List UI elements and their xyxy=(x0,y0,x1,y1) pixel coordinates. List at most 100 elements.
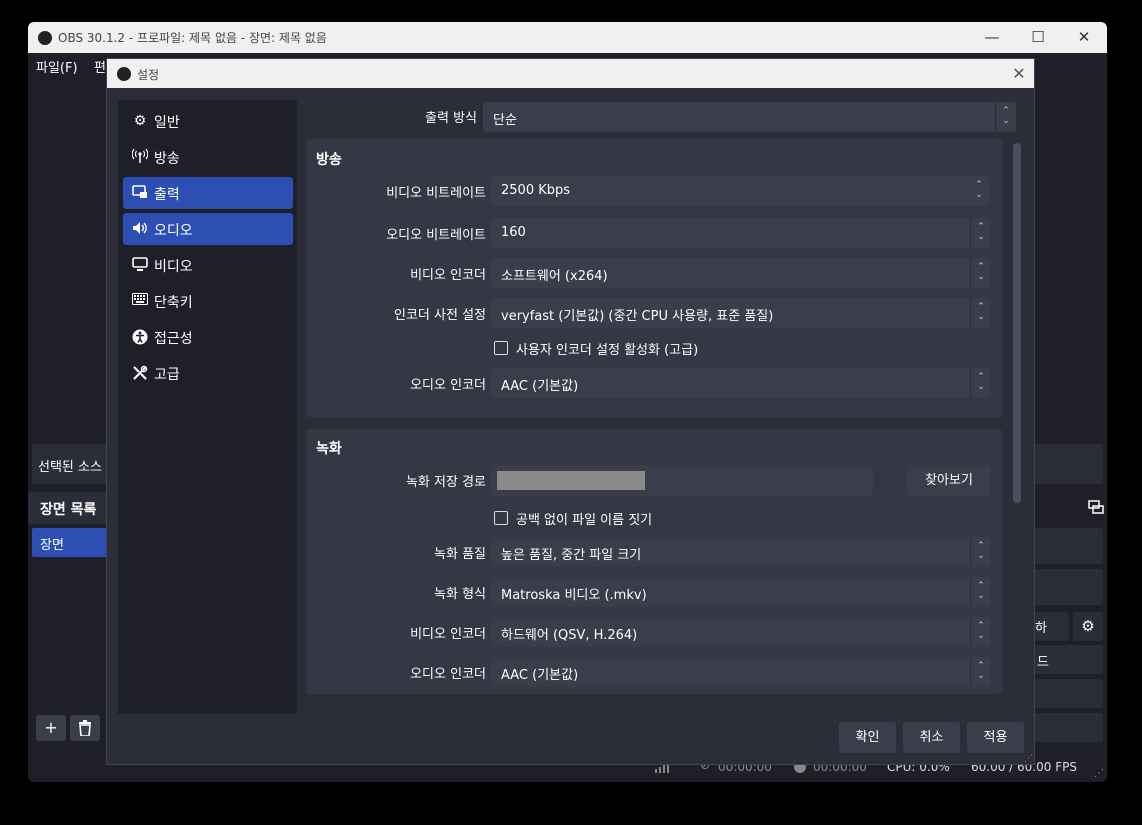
settings-sidebar: ⚙ 일반 방송 출력 오디오 비디오 단축키 접근성 고급 xyxy=(118,100,297,714)
recording-format-select[interactable]: Matroska 비디오 (.mkv) ⌃ ⌄ xyxy=(491,577,991,607)
video-encoder-label: 비디오 인코더 xyxy=(410,268,486,283)
settings-scrollbar[interactable] xyxy=(1011,139,1023,694)
controls-dock-button-1[interactable] xyxy=(1033,528,1103,564)
settings-gear-icon[interactable]: ⚙ xyxy=(1073,612,1103,641)
sidebar-item-audio[interactable]: 오디오 xyxy=(123,213,293,245)
video-encoder-select[interactable]: 소프트웨어 (x264) ⌃ ⌄ xyxy=(491,258,991,288)
spin-arrows-icon: ⌃ ⌄ xyxy=(970,368,991,398)
recording-video-encoder-select[interactable]: 하드웨어 (QSV, H.264) ⌃ ⌄ xyxy=(491,617,991,647)
controls-dock-button-2[interactable] xyxy=(1033,569,1103,605)
gear-icon: ⚙ xyxy=(133,113,147,129)
scene-item-label: 장면 xyxy=(40,538,64,553)
antenna-icon xyxy=(131,148,149,165)
recording-audio-encoder-label: 오디오 인코더 xyxy=(410,667,486,682)
spin-arrows-icon: ⌃ ⌄ xyxy=(970,218,991,248)
monitor-icon xyxy=(132,257,148,273)
sidebar-item-label: 방송 xyxy=(154,151,180,167)
video-bitrate-label: 비디오 비트레이트 xyxy=(386,186,486,201)
sidebar-item-accessibility[interactable]: 접근성 xyxy=(123,321,293,353)
spin-arrows-icon: ⌃ ⌄ xyxy=(970,617,991,647)
sidebar-item-stream[interactable]: 방송 xyxy=(123,141,293,173)
spin-arrows-icon: ⌃ ⌄ xyxy=(995,102,1016,132)
spin-arrows-icon: ⌃ ⌄ xyxy=(970,298,991,328)
recording-quality-value: 높은 품질, 중간 파일 크기 xyxy=(501,548,642,563)
dock-partial-label-2: 드 xyxy=(1037,655,1049,670)
recording-quality-select[interactable]: 높은 품질, 중간 파일 크기 ⌃ ⌄ xyxy=(491,537,991,567)
cancel-button[interactable]: 취소 xyxy=(903,722,960,753)
encoder-preset-value: veryfast (기본값) (중간 CPU 사용량, 표준 품질) xyxy=(501,309,774,324)
controls-dock-button-3[interactable]: 하 xyxy=(1033,612,1069,641)
audio-encoder-label: 오디오 인코더 xyxy=(410,378,486,393)
custom-encoder-checkbox[interactable] xyxy=(494,341,508,355)
scrollbar-thumb[interactable] xyxy=(1013,143,1021,503)
encoder-preset-label: 인코더 사전 설정 xyxy=(394,308,486,323)
dialog-title: 설정 xyxy=(137,68,160,82)
add-scene-button[interactable]: + xyxy=(36,715,66,741)
recording-path-redacted xyxy=(497,471,645,490)
main-titlebar: OBS 30.1.2 - 프로파일: 제목 없음 - 장면: 제목 없음 — ☐… xyxy=(28,22,1107,53)
sidebar-item-label: 단축키 xyxy=(154,295,193,311)
resize-grip-icon[interactable]: ⋰ xyxy=(1094,768,1104,779)
sidebar-item-output[interactable]: 출력 xyxy=(123,177,293,209)
scene-panel-title: 장면 목록 xyxy=(40,502,97,518)
recording-path-label: 녹화 저장 경로 xyxy=(405,475,486,490)
recording-format-value: Matroska 비디오 (.mkv) xyxy=(501,588,647,603)
output-mode-select[interactable]: 단순 ⌃ ⌄ xyxy=(483,102,1016,132)
dialog-resize-grip-icon[interactable]: ⋰ xyxy=(1024,754,1033,764)
spin-arrows-icon[interactable]: ⌃ ⌄ xyxy=(969,176,989,206)
main-window-title: OBS 30.1.2 - 프로파일: 제목 없음 - 장면: 제목 없음 xyxy=(58,31,327,45)
output-mode-label: 출력 방식 xyxy=(425,111,477,126)
ok-button[interactable]: 확인 xyxy=(839,722,896,753)
remove-scene-button[interactable] xyxy=(70,715,100,741)
maximize-icon[interactable]: ☐ xyxy=(1015,22,1061,53)
apply-button[interactable]: 적용 xyxy=(967,722,1024,753)
audio-bitrate-label: 오디오 비트레이트 xyxy=(386,228,486,243)
sidebar-item-video[interactable]: 비디오 xyxy=(123,249,293,281)
video-bitrate-spinbox[interactable]: 2500 Kbps ⌃ ⌄ xyxy=(491,176,989,206)
dialog-titlebar: 설정 ✕ xyxy=(107,59,1034,88)
trash-icon xyxy=(79,720,91,737)
menu-file[interactable]: 파일(F) xyxy=(36,57,78,76)
spin-arrows-icon: ⌃ ⌄ xyxy=(970,537,991,567)
spin-arrows-icon: ⌃ ⌄ xyxy=(970,258,991,288)
recording-path-input[interactable] xyxy=(491,465,873,496)
output-mode-value: 단순 xyxy=(493,113,517,128)
controls-dock-button-6[interactable] xyxy=(1033,713,1103,742)
menu-edit[interactable]: 편 xyxy=(94,57,106,76)
keyboard-icon xyxy=(132,293,148,309)
close-icon[interactable]: ✕ xyxy=(1061,22,1107,53)
audio-encoder-value: AAC (기본값) xyxy=(501,379,579,394)
dialog-close-icon[interactable]: ✕ xyxy=(1004,59,1034,88)
settings-dialog: 설정 ✕ ⚙ 일반 방송 출력 오디오 비디오 단축키 접근성 고급 출력 방식… xyxy=(106,58,1035,765)
dock-undock-icon[interactable] xyxy=(1088,500,1104,518)
sidebar-item-advanced[interactable]: 고급 xyxy=(123,357,293,389)
recording-group-title: 녹화 xyxy=(316,441,342,457)
streaming-group-title: 방송 xyxy=(316,152,342,168)
controls-dock-button-5[interactable] xyxy=(1033,679,1103,708)
sidebar-item-label: 접근성 xyxy=(154,331,193,347)
sidebar-item-general[interactable]: ⚙ 일반 xyxy=(123,105,293,137)
sidebar-item-hotkeys[interactable]: 단축키 xyxy=(123,285,293,317)
video-bitrate-value: 2500 Kbps xyxy=(501,183,571,198)
accessibility-icon xyxy=(132,329,148,345)
recording-audio-encoder-select[interactable]: AAC (기본값) ⌃ ⌄ xyxy=(491,657,991,687)
audio-encoder-select[interactable]: AAC (기본값) ⌃ ⌄ xyxy=(491,368,991,398)
spin-arrows-icon: ⌃ ⌄ xyxy=(970,657,991,687)
recording-audio-encoder-value: AAC (기본값) xyxy=(501,668,579,683)
encoder-preset-select[interactable]: veryfast (기본값) (중간 CPU 사용량, 표준 품질) ⌃ ⌄ xyxy=(491,298,991,328)
no-space-filename-check-label[interactable]: 공백 없이 파일 이름 짓기 xyxy=(516,509,652,528)
obs-logo-icon xyxy=(117,67,131,81)
source-toolbar-right xyxy=(1033,444,1103,484)
audio-bitrate-select[interactable]: 160 ⌃ ⌄ xyxy=(491,218,991,248)
selected-source-label: 선택된 소스 xyxy=(38,460,102,475)
browse-button[interactable]: 찾아보기 xyxy=(907,465,991,496)
sidebar-item-label: 고급 xyxy=(154,367,180,383)
video-encoder-value: 소프트웨어 (x264) xyxy=(501,269,608,284)
custom-encoder-check-label[interactable]: 사용자 인코더 설정 활성화 (고급) xyxy=(516,339,698,358)
no-space-filename-checkbox[interactable] xyxy=(494,511,508,525)
controls-dock-button-4[interactable]: 드 xyxy=(1033,645,1103,674)
recording-group: 녹화 녹화 저장 경로 찾아보기 공백 없이 파일 이름 짓기 녹화 품질 높은… xyxy=(306,429,1002,694)
streaming-group: 방송 비디오 비트레이트 2500 Kbps ⌃ ⌄ 오디오 비트레이트 160 … xyxy=(306,139,1002,417)
minimize-icon[interactable]: — xyxy=(969,22,1015,53)
sidebar-item-label: 비디오 xyxy=(154,259,193,275)
